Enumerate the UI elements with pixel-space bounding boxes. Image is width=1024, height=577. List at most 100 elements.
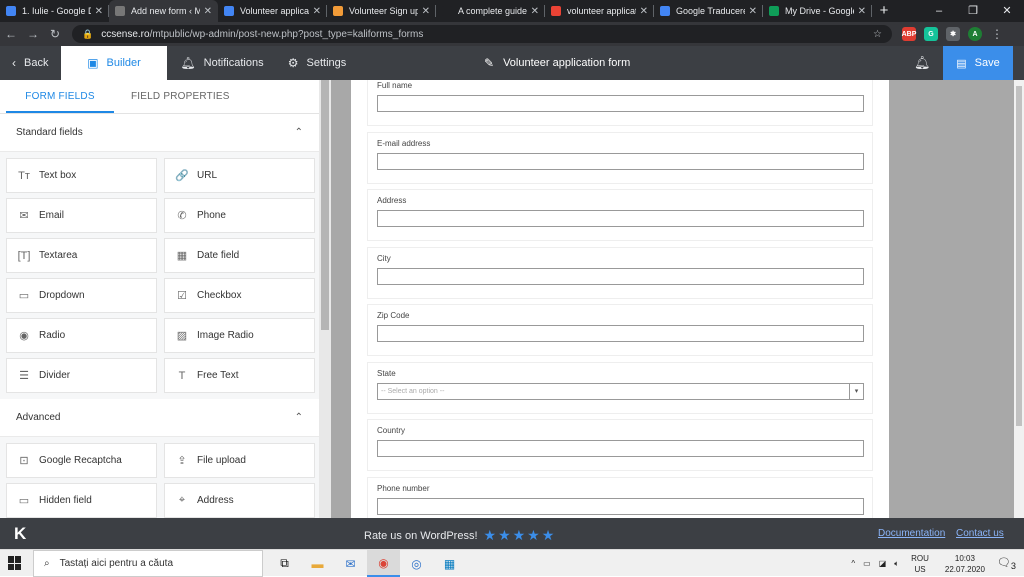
close-icon[interactable]: ✕ <box>95 6 103 17</box>
form-field-country[interactable]: Country <box>367 419 873 471</box>
field-type-free-text[interactable]: T Free Text <box>164 358 315 393</box>
rate-us[interactable]: Rate us on WordPress! ★★★★★ <box>364 527 556 544</box>
form-field-input[interactable] <box>377 267 864 285</box>
abp-icon[interactable]: ABP <box>902 27 916 41</box>
form-field-input[interactable] <box>377 325 864 342</box>
form-field-label: Full name <box>377 81 413 90</box>
rating-stars[interactable]: ★★★★★ <box>484 527 557 544</box>
task-view-icon[interactable]: ⧉ <box>268 550 301 577</box>
form-field-input[interactable] <box>377 440 864 457</box>
browser-tab[interactable]: Volunteer applicat ✕ <box>218 0 327 22</box>
standard-fields-header[interactable]: Standard fields ⌃ <box>0 114 319 152</box>
panel-scrollbar[interactable] <box>319 80 331 518</box>
form-field-e-mail-address[interactable]: E-mail address <box>367 131 873 184</box>
field-type-radio[interactable]: ◉ Radio <box>6 318 157 353</box>
field-type-date-field[interactable]: ▦ Date field <box>164 238 315 273</box>
close-icon[interactable]: ✕ <box>204 6 212 17</box>
field-type-email[interactable]: ✉ Email <box>6 198 157 233</box>
chevron-up-icon[interactable]: ⌃ <box>295 412 303 423</box>
form-field-phone-number[interactable]: Phone number <box>367 476 873 518</box>
chrome-icon[interactable]: ◉ <box>367 550 400 577</box>
close-icon[interactable]: ✕ <box>640 6 648 17</box>
avatar[interactable]: A <box>968 27 982 41</box>
file-explorer-icon[interactable]: ▬ <box>301 550 334 577</box>
close-icon[interactable]: ✕ <box>531 6 539 17</box>
form-field-input[interactable] <box>377 95 864 112</box>
field-type-phone[interactable]: ✆ Phone <box>164 198 315 233</box>
state-select[interactable]: -- Select an option -- ▾ <box>377 382 864 400</box>
field-type-image-radio[interactable]: ▨ Image Radio <box>164 318 315 353</box>
app-icon[interactable]: ◎ <box>400 550 433 577</box>
field-type-address[interactable]: ⌖ Address <box>164 483 315 518</box>
windows-start-icon[interactable] <box>8 556 22 570</box>
taskbar-search[interactable]: ⌕ Tastați aici pentru a căuta <box>33 550 263 577</box>
browser-tab[interactable]: 1. Iulie - Google D ✕ <box>0 0 109 22</box>
forward-arrow-icon[interactable]: → <box>22 27 44 41</box>
form-field-state[interactable]: State -- Select an option -- ▾ <box>367 361 873 414</box>
form-field-input[interactable] <box>377 152 864 170</box>
page-scrollbar-thumb[interactable] <box>1016 86 1022 426</box>
browser-tab[interactable]: My Drive - Google ✕ <box>763 0 872 22</box>
close-icon[interactable]: ✕ <box>422 6 430 17</box>
save-button[interactable]: ▤ Save <box>943 46 1013 80</box>
network-icon[interactable]: ◪ <box>879 559 887 568</box>
chevron-down-icon[interactable]: ▾ <box>849 383 863 399</box>
form-field-city[interactable]: City <box>367 246 873 299</box>
settings-tab[interactable]: ⚙ Settings <box>277 46 357 80</box>
browser-tab[interactable]: Volunteer Sign up ✕ <box>327 0 436 22</box>
advanced-fields-header[interactable]: Advanced ⌃ <box>0 399 319 437</box>
chevron-up-icon[interactable]: ^ <box>851 559 855 568</box>
form-field-address[interactable]: Address <box>367 189 873 241</box>
builder-tab[interactable]: ▣ Builder <box>61 46 167 80</box>
mail-icon[interactable]: ✉ <box>334 550 367 577</box>
field-type-divider[interactable]: ☰ Divider <box>6 358 157 393</box>
close-icon[interactable]: ✕ <box>313 6 321 17</box>
notification-center-icon[interactable]: 🗨︎3 <box>997 556 1016 571</box>
form-field-full-name[interactable]: Full name <box>367 80 873 126</box>
volume-icon[interactable]: 🔈︎ <box>894 559 899 569</box>
tab-field-properties[interactable]: FIELD PROPERTIES <box>114 80 247 113</box>
field-type-url[interactable]: 🔗 URL <box>164 158 315 193</box>
field-type-file-upload[interactable]: ⇪ File upload <box>164 443 315 478</box>
form-field-input[interactable] <box>377 497 864 515</box>
field-type-text-box[interactable]: Tт Text box <box>6 158 157 193</box>
browser-tab[interactable]: Add new form ‹ M ✕ <box>109 0 218 22</box>
field-type-hidden-field[interactable]: ▭ Hidden field <box>6 483 157 518</box>
close-icon[interactable]: ✕ <box>858 6 866 17</box>
browser-tab[interactable]: volunteer applicat ✕ <box>545 0 654 22</box>
field-type-dropdown[interactable]: ▭ Dropdown <box>6 278 157 313</box>
language-indicator[interactable]: ROU US <box>911 553 929 575</box>
notification-bell-icon[interactable]: 🔔︎ <box>914 55 931 71</box>
field-type-checkbox[interactable]: ☑ Checkbox <box>164 278 315 313</box>
browser-tab[interactable]: A complete guide ✕ <box>436 0 545 22</box>
puzzle-icon[interactable]: ✱ <box>946 27 960 41</box>
back-button[interactable]: ‹ Back <box>0 46 61 80</box>
reload-icon[interactable]: ↻ <box>44 27 66 41</box>
form-title[interactable]: ✎ Volunteer application form <box>484 46 630 80</box>
chevron-up-icon[interactable]: ⌃ <box>295 127 303 138</box>
contact-link[interactable]: Contact us <box>956 528 1004 539</box>
field-type-textarea[interactable]: [T] Textarea <box>6 238 157 273</box>
url-input[interactable]: 🔒 ccsense.ro /mtpublic/wp-admin/post-new… <box>72 25 892 43</box>
back-arrow-icon[interactable]: ← <box>0 27 22 41</box>
menu-kebab-icon[interactable]: ⋮ <box>986 27 1008 41</box>
minimize-icon[interactable]: – <box>922 0 956 22</box>
close-icon[interactable]: ✕ <box>749 6 757 17</box>
restore-icon[interactable]: ❐ <box>956 0 990 22</box>
bookmark-star-icon[interactable]: ☆ <box>873 29 882 40</box>
battery-icon[interactable]: ▭ <box>863 559 871 568</box>
notifications-tab[interactable]: 🔔︎ Notifications <box>167 46 277 80</box>
clock[interactable]: 10:03 22.07.2020 <box>945 553 985 575</box>
browser-tab[interactable]: Google Traducere ✕ <box>654 0 763 22</box>
tab-form-fields[interactable]: FORM FIELDS <box>6 80 114 113</box>
new-tab-button[interactable]: + <box>872 0 896 22</box>
form-field-input[interactable] <box>377 210 864 227</box>
trello-icon[interactable]: ▦ <box>433 550 466 577</box>
field-type-google-recaptcha[interactable]: ⊡ Google Recaptcha <box>6 443 157 478</box>
close-window-icon[interactable]: ✕ <box>990 0 1024 22</box>
form-field-zip-code[interactable]: Zip Code <box>367 304 873 356</box>
page-scrollbar[interactable] <box>1014 80 1024 518</box>
panel-scrollbar-thumb[interactable] <box>321 80 329 330</box>
grammarly-icon[interactable]: G <box>924 27 938 41</box>
documentation-link[interactable]: Documentation <box>878 528 945 539</box>
